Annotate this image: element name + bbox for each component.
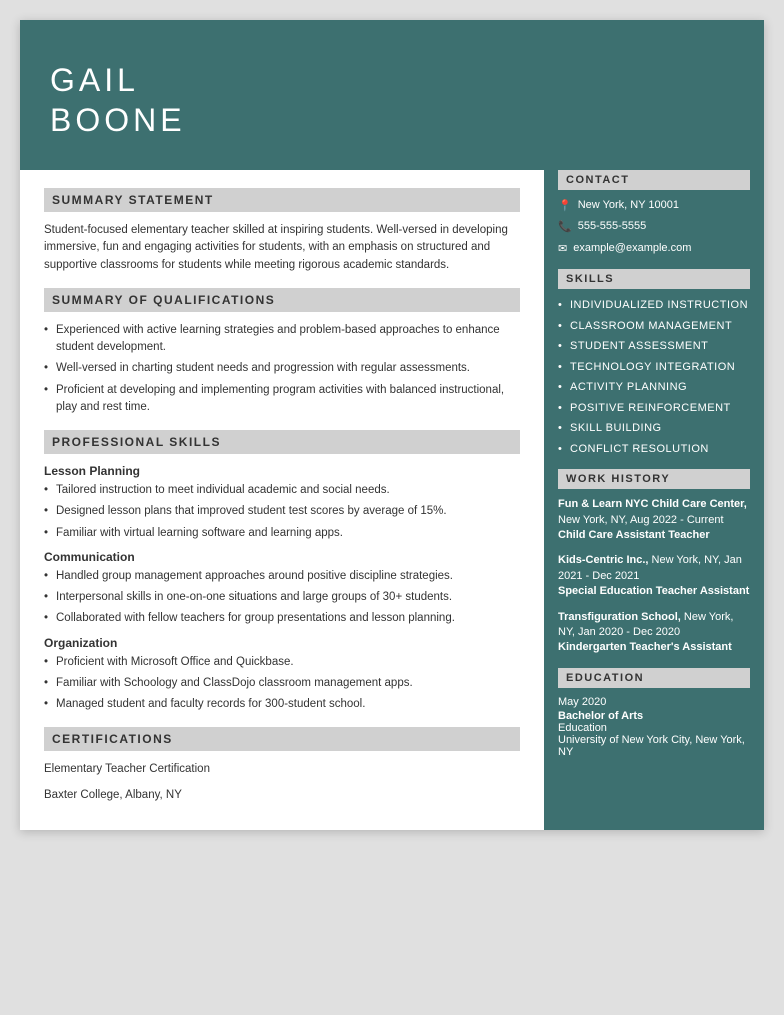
certifications-header: CERTIFICATIONS xyxy=(44,727,520,751)
skill-item: INDIVIDUALIZED INSTRUCTION xyxy=(558,297,750,314)
skill-item: Handled group management approaches arou… xyxy=(44,568,520,585)
skill-item: Designed lesson plans that improved stud… xyxy=(44,503,520,520)
skill-item: Familiar with Schoology and ClassDojo cl… xyxy=(44,675,520,692)
edu-field: Education xyxy=(558,722,750,734)
work-company-0: Fun & Learn NYC Child Care Center, New Y… xyxy=(558,497,750,528)
right-content: CONTACT 📍 New York, NY 10001 📞 555-555-5… xyxy=(544,160,764,776)
work-history-header: WORK HISTORY xyxy=(558,469,750,489)
first-name: GAIL xyxy=(50,60,514,100)
skill-item: ACTIVITY PLANNING xyxy=(558,379,750,396)
contact-phone: 📞 555-555-5555 xyxy=(558,219,750,235)
skill-item: Tailored instruction to meet individual … xyxy=(44,482,520,499)
left-content: SUMMARY STATEMENT Student-focused elemen… xyxy=(20,170,544,830)
skill-group-title-organization: Organization xyxy=(44,636,520,650)
skill-item: Familiar with virtual learning software … xyxy=(44,525,520,542)
skill-group-title-communication: Communication xyxy=(44,550,520,564)
skill-item: Managed student and faculty records for … xyxy=(44,696,520,713)
skill-list-communication: Handled group management approaches arou… xyxy=(44,568,520,628)
professional-skills-header: PROFESSIONAL SKILLS xyxy=(44,430,520,454)
contact-address-text: New York, NY 10001 xyxy=(578,198,679,213)
skill-item: TECHNOLOGY INTEGRATION xyxy=(558,359,750,376)
last-name: BOONE xyxy=(50,100,514,140)
phone-icon: 📞 xyxy=(558,220,572,235)
skill-group-lesson: Lesson Planning Tailored instruction to … xyxy=(44,464,520,542)
skill-group-title-lesson: Lesson Planning xyxy=(44,464,520,478)
qualification-item: Experienced with active learning strateg… xyxy=(44,322,520,357)
skill-item: CLASSROOM MANAGEMENT xyxy=(558,318,750,335)
skill-list-organization: Proficient with Microsoft Office and Qui… xyxy=(44,654,520,714)
work-entry-2: Transfiguration School, New York, NY, Ja… xyxy=(558,610,750,656)
contact-email-text: example@example.com xyxy=(573,241,691,256)
cert-item-0: Elementary Teacher Certification xyxy=(44,761,520,778)
work-company-bold-0: Fun & Learn NYC Child Care Center, xyxy=(558,498,747,510)
skill-item: Interpersonal skills in one-on-one situa… xyxy=(44,589,520,606)
skill-item: Collaborated with fellow teachers for gr… xyxy=(44,610,520,627)
work-company-1: Kids-Centric Inc., New York, NY, Jan 202… xyxy=(558,553,750,584)
qualification-item: Proficient at developing and implementin… xyxy=(44,382,520,417)
edu-school: University of New York City, New York, N… xyxy=(558,734,750,758)
summary-statement-header: SUMMARY STATEMENT xyxy=(44,188,520,212)
applicant-name: GAIL BOONE xyxy=(50,60,514,140)
work-title-2: Kindergarten Teacher's Assistant xyxy=(558,640,750,655)
work-company-bold-2: Transfiguration School, xyxy=(558,611,681,623)
contact-address: 📍 New York, NY 10001 xyxy=(558,198,750,214)
summary-qualifications-header: SUMMARY OF QUALIFICATIONS xyxy=(44,288,520,312)
education-header: EDUCATION xyxy=(558,668,750,688)
qualification-item: Well-versed in charting student needs an… xyxy=(44,360,520,377)
contact-email: ✉ example@example.com xyxy=(558,241,750,257)
location-icon: 📍 xyxy=(558,199,572,214)
right-header-spacer xyxy=(544,20,764,160)
summary-statement-text: Student-focused elementary teacher skill… xyxy=(44,222,520,274)
work-company-2: Transfiguration School, New York, NY, Ja… xyxy=(558,610,750,641)
work-title-1: Special Education Teacher Assistant xyxy=(558,584,750,599)
edu-date: May 2020 xyxy=(558,696,750,708)
contact-phone-text: 555-555-5555 xyxy=(578,219,647,234)
header-block: GAIL BOONE xyxy=(20,20,544,170)
edu-degree: Bachelor of Arts xyxy=(558,710,750,722)
skills-list: INDIVIDUALIZED INSTRUCTION CLASSROOM MAN… xyxy=(558,297,750,457)
skill-item: CONFLICT RESOLUTION xyxy=(558,441,750,458)
skill-item: POSITIVE REINFORCEMENT xyxy=(558,400,750,417)
skill-item: SKILL BUILDING xyxy=(558,420,750,437)
skill-list-lesson: Tailored instruction to meet individual … xyxy=(44,482,520,542)
resume-wrapper: GAIL BOONE SUMMARY STATEMENT Student-foc… xyxy=(20,20,764,830)
skill-item: Proficient with Microsoft Office and Qui… xyxy=(44,654,520,671)
contact-header: CONTACT xyxy=(558,170,750,190)
work-entry-1: Kids-Centric Inc., New York, NY, Jan 202… xyxy=(558,553,750,599)
skill-item: STUDENT ASSESSMENT xyxy=(558,338,750,355)
email-icon: ✉ xyxy=(558,242,567,257)
work-title-0: Child Care Assistant Teacher xyxy=(558,528,750,543)
left-column: GAIL BOONE SUMMARY STATEMENT Student-foc… xyxy=(20,20,544,830)
skill-group-communication: Communication Handled group management a… xyxy=(44,550,520,628)
work-company-rest-0: New York, NY, Aug 2022 - Current xyxy=(558,514,724,526)
work-company-bold-1: Kids-Centric Inc., xyxy=(558,554,648,566)
qualifications-list: Experienced with active learning strateg… xyxy=(44,322,520,416)
skills-header: SKILLS xyxy=(558,269,750,289)
cert-item-1: Baxter College, Albany, NY xyxy=(44,787,520,804)
work-entry-0: Fun & Learn NYC Child Care Center, New Y… xyxy=(558,497,750,543)
right-column: CONTACT 📍 New York, NY 10001 📞 555-555-5… xyxy=(544,20,764,830)
skill-group-organization: Organization Proficient with Microsoft O… xyxy=(44,636,520,714)
